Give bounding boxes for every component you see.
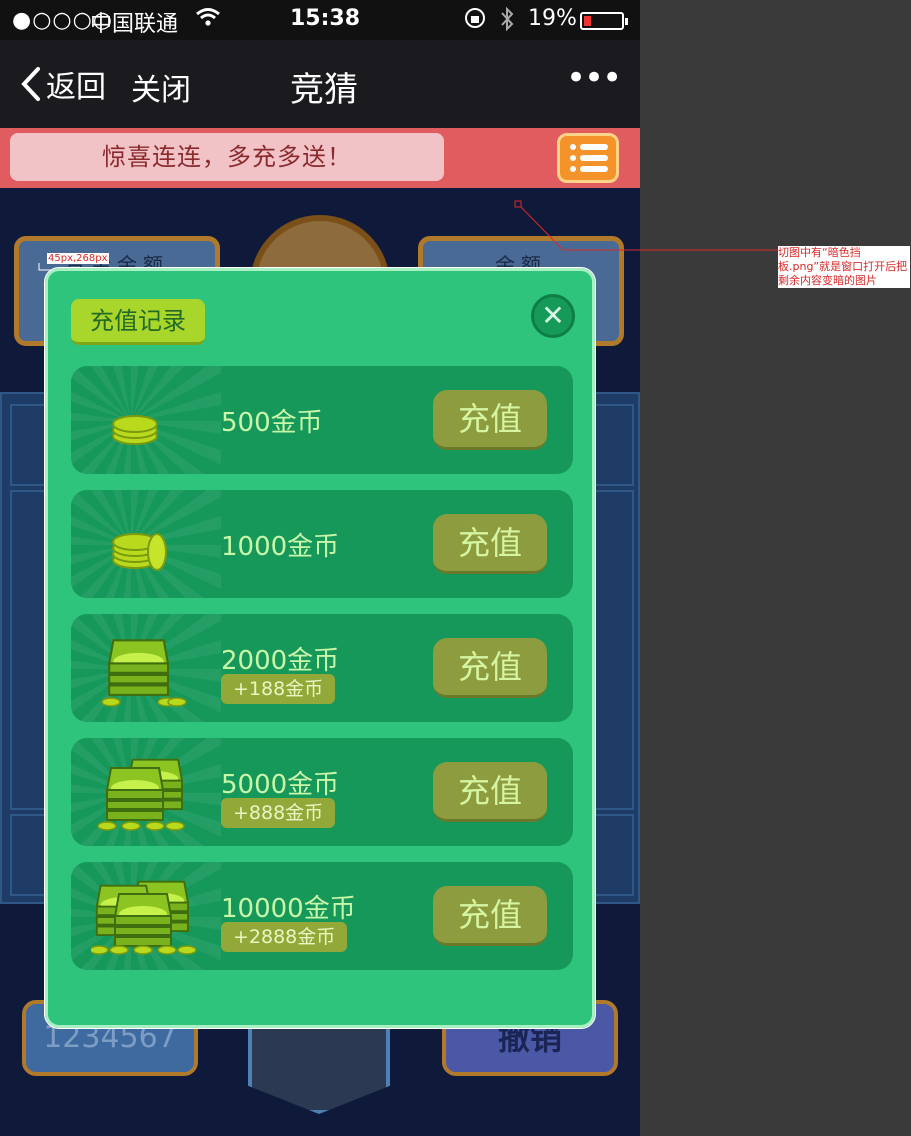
battery-percent: 19% [528, 6, 577, 31]
treasure-chest-icon [91, 628, 201, 708]
list-icon [570, 144, 608, 150]
bonus-badge: +2888金币 [221, 922, 348, 952]
recharge-button[interactable]: 充值 [433, 390, 547, 450]
annotation-note: 切图中有“暗色挡板.png”就是窗口打开后把剩余内容变暗的图片 [778, 246, 910, 288]
more-menu-button[interactable]: ••• [566, 58, 622, 98]
avatar-shield [248, 1020, 390, 1114]
recharge-item: 1000金币 充值 [71, 490, 573, 598]
battery-icon [580, 12, 628, 30]
recharge-button[interactable]: 充值 [433, 638, 547, 698]
annotation-coordinates: 45px,268px [47, 253, 109, 264]
nav-bar: 返回 关闭 竞猜 ••• [0, 40, 640, 128]
page-title: 竞猜 [290, 70, 358, 110]
status-time: 15:38 [290, 6, 361, 31]
promo-banner: 惊喜连连，多充多送！ [10, 133, 444, 181]
rotation-lock-icon [463, 6, 487, 36]
wifi-icon [195, 6, 221, 34]
bluetooth-icon [499, 6, 515, 38]
treasure-chests-double-icon [91, 752, 201, 832]
recharge-button[interactable]: 充值 [433, 762, 547, 822]
recharge-modal: 充值记录 ✕ 500金币 充值 1000金币 充值 2000金币 +188金币 充值 5000… [44, 267, 596, 1029]
promo-bar: 惊喜连连，多充多送！ [0, 128, 640, 188]
close-icon: ✕ [541, 299, 565, 332]
bonus-badge: +188金币 [221, 674, 336, 704]
coin-amount: 1000金币 [221, 532, 340, 562]
close-modal-button[interactable]: ✕ [531, 294, 575, 338]
recharge-history-button[interactable]: 充值记录 [71, 299, 205, 345]
coin-stack-small-icon [91, 380, 201, 460]
treasure-chests-triple-icon [89, 876, 201, 956]
coin-amount: 10000金币 [221, 894, 356, 924]
list-menu-button[interactable] [557, 133, 619, 183]
annotation-gutter [640, 0, 911, 1136]
recharge-item: 5000金币 +888金币 充值 [71, 738, 573, 846]
recharge-item: 10000金币 +2888金币 充值 [71, 862, 573, 970]
coin-stack-icon [91, 504, 201, 584]
bonus-badge: +888金币 [221, 798, 336, 828]
status-bar: ●○○○○ 中国联通 15:38 19% [0, 0, 640, 40]
carrier-name: 中国联通 [90, 12, 179, 37]
coin-amount: 5000金币 [221, 770, 340, 800]
coin-amount: 500金币 [221, 408, 323, 438]
coin-amount: 2000金币 [221, 646, 340, 676]
recharge-button[interactable]: 充值 [433, 514, 547, 574]
recharge-button[interactable]: 充值 [433, 886, 547, 946]
recharge-item: 500金币 充值 [71, 366, 573, 474]
phone-screen: ●○○○○ 中国联通 15:38 19% 返回 关闭 竞猜 ••• 惊喜连连，多… [0, 0, 640, 1136]
recharge-item: 2000金币 +188金币 充值 [71, 614, 573, 722]
